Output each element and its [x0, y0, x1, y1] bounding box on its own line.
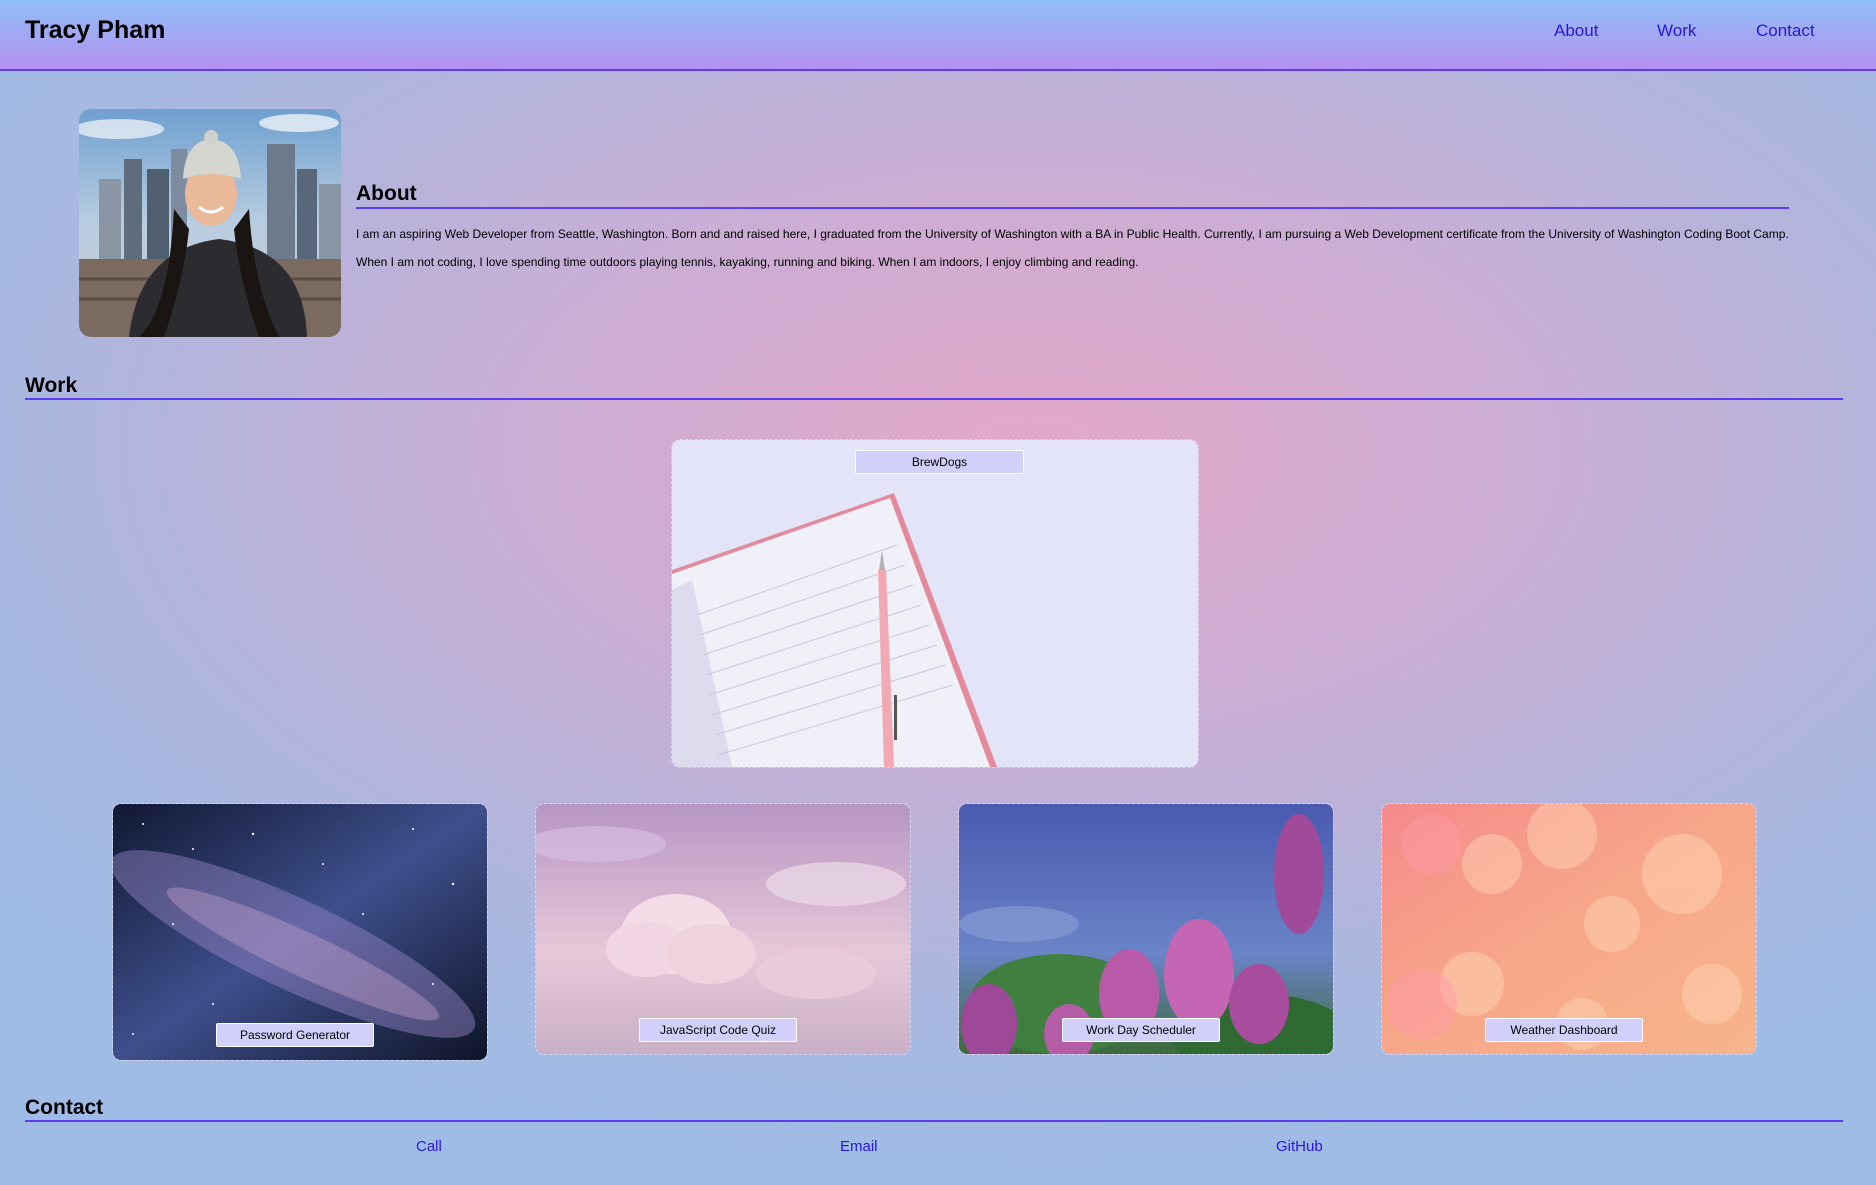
about-paragraph-1: I am an aspiring Web Developer from Seat…: [356, 227, 1789, 241]
project-card-work-day-scheduler[interactable]: Work Day Scheduler: [958, 803, 1334, 1055]
work-heading: Work: [25, 374, 78, 397]
nav-work-link[interactable]: Work: [1657, 21, 1696, 41]
project-label-weather-dashboard: Weather Dashboard: [1485, 1018, 1643, 1042]
about-paragraph-2: When I am not coding, I love spending ti…: [356, 255, 1139, 269]
contact-email-link[interactable]: Email: [840, 1138, 878, 1155]
project-label-password-generator: Password Generator: [216, 1023, 374, 1047]
contact-divider: [25, 1120, 1843, 1122]
contact-call-link[interactable]: Call: [416, 1138, 442, 1155]
project-label-work-day-scheduler: Work Day Scheduler: [1062, 1018, 1220, 1042]
profile-photo: [79, 109, 341, 337]
milky-way-photo: [113, 804, 487, 1060]
notebook-pen-photo: [672, 440, 1198, 767]
project-label-brewdogs: BrewDogs: [855, 450, 1024, 474]
site-brand[interactable]: Tracy Pham: [25, 16, 165, 45]
bokeh-lights-photo: [1382, 804, 1756, 1054]
project-card-javascript-code-quiz[interactable]: JavaScript Code Quiz: [535, 803, 911, 1055]
nav-contact-link[interactable]: Contact: [1756, 21, 1815, 41]
project-card-password-generator[interactable]: Password Generator: [112, 803, 488, 1061]
contact-github-link[interactable]: GitHub: [1276, 1138, 1323, 1155]
about-heading: About: [356, 182, 417, 205]
work-divider: [25, 398, 1843, 400]
lilac-flowers-photo: [959, 804, 1333, 1054]
project-card-weather-dashboard[interactable]: Weather Dashboard: [1381, 803, 1757, 1055]
contact-heading: Contact: [25, 1096, 104, 1119]
nav-about-link[interactable]: About: [1554, 21, 1598, 41]
project-card-brewdogs[interactable]: BrewDogs: [671, 439, 1199, 768]
site-header: Tracy Pham About Work Contact: [0, 0, 1876, 71]
project-label-javascript-code-quiz: JavaScript Code Quiz: [639, 1018, 797, 1042]
about-divider: [356, 207, 1789, 209]
pink-clouds-photo: [536, 804, 910, 1054]
